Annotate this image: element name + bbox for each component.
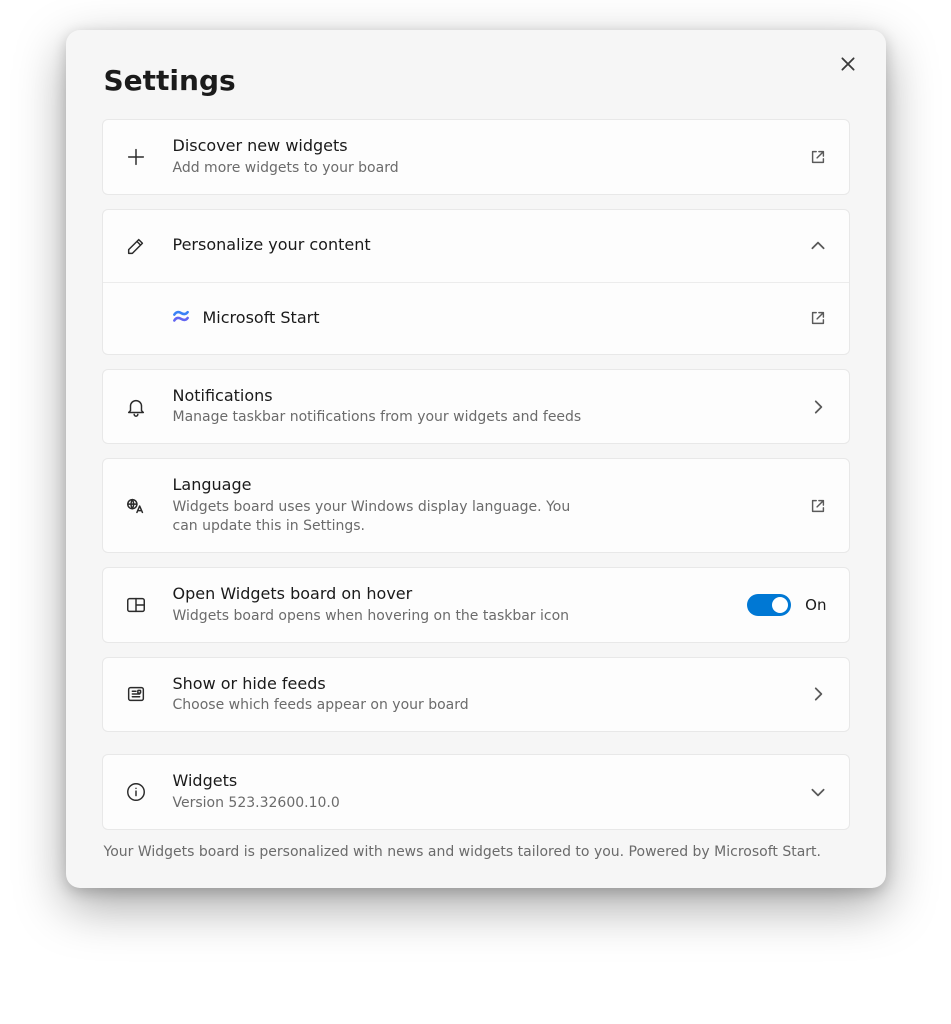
card-discover: Discover new widgets Add more widgets to… bbox=[102, 119, 850, 195]
hover-toggle[interactable] bbox=[747, 594, 791, 616]
card-language: Language Widgets board uses your Windows… bbox=[102, 458, 850, 553]
card-personalize: Personalize your content Microsoft Start bbox=[102, 209, 850, 355]
card-notifications: Notifications Manage taskbar notificatio… bbox=[102, 369, 850, 445]
row-microsoft-start[interactable]: Microsoft Start bbox=[103, 282, 849, 354]
discover-title: Discover new widgets bbox=[173, 136, 797, 157]
row-personalize[interactable]: Personalize your content bbox=[103, 210, 849, 282]
plus-icon bbox=[125, 146, 173, 168]
feeds-title: Show or hide feeds bbox=[173, 674, 797, 695]
about-version: Version 523.32600.10.0 bbox=[173, 794, 797, 813]
hover-subtitle: Widgets board opens when hovering on the… bbox=[173, 607, 736, 626]
language-subtitle: Widgets board uses your Windows display … bbox=[173, 498, 593, 536]
close-button[interactable] bbox=[832, 48, 864, 80]
open-external-icon bbox=[809, 497, 827, 515]
language-icon bbox=[125, 495, 173, 517]
open-external-icon bbox=[809, 148, 827, 166]
microsoft-start-label: Microsoft Start bbox=[203, 308, 797, 329]
about-title: Widgets bbox=[173, 771, 797, 792]
row-notifications[interactable]: Notifications Manage taskbar notificatio… bbox=[103, 370, 849, 444]
card-hover: Open Widgets board on hover Widgets boar… bbox=[102, 567, 850, 643]
chevron-down-icon bbox=[809, 783, 827, 801]
discover-subtitle: Add more widgets to your board bbox=[173, 159, 797, 178]
microsoft-start-icon bbox=[171, 308, 191, 328]
pencil-icon bbox=[125, 235, 173, 257]
hover-toggle-label: On bbox=[805, 596, 826, 614]
close-icon bbox=[839, 55, 857, 73]
row-discover[interactable]: Discover new widgets Add more widgets to… bbox=[103, 120, 849, 194]
row-about[interactable]: Widgets Version 523.32600.10.0 bbox=[103, 755, 849, 829]
row-language[interactable]: Language Widgets board uses your Windows… bbox=[103, 459, 849, 552]
newspaper-icon bbox=[125, 683, 173, 705]
row-hover: Open Widgets board on hover Widgets boar… bbox=[103, 568, 849, 642]
info-icon bbox=[125, 781, 173, 803]
chevron-right-icon bbox=[809, 685, 827, 703]
card-about: Widgets Version 523.32600.10.0 bbox=[102, 754, 850, 830]
page-title: Settings bbox=[104, 64, 850, 97]
chevron-up-icon bbox=[809, 237, 827, 255]
board-icon bbox=[125, 594, 173, 616]
card-feeds: Show or hide feeds Choose which feeds ap… bbox=[102, 657, 850, 733]
hover-title: Open Widgets board on hover bbox=[173, 584, 736, 605]
language-title: Language bbox=[173, 475, 797, 496]
notifications-title: Notifications bbox=[173, 386, 797, 407]
settings-panel: Settings Discover new widgets Add more w… bbox=[66, 30, 886, 888]
feeds-subtitle: Choose which feeds appear on your board bbox=[173, 696, 797, 715]
notifications-subtitle: Manage taskbar notifications from your w… bbox=[173, 408, 797, 427]
personalize-title: Personalize your content bbox=[173, 235, 797, 256]
footer-note: Your Widgets board is personalized with … bbox=[104, 844, 848, 860]
bell-icon bbox=[125, 396, 173, 418]
chevron-right-icon bbox=[809, 398, 827, 416]
open-external-icon bbox=[809, 309, 827, 327]
row-feeds[interactable]: Show or hide feeds Choose which feeds ap… bbox=[103, 658, 849, 732]
